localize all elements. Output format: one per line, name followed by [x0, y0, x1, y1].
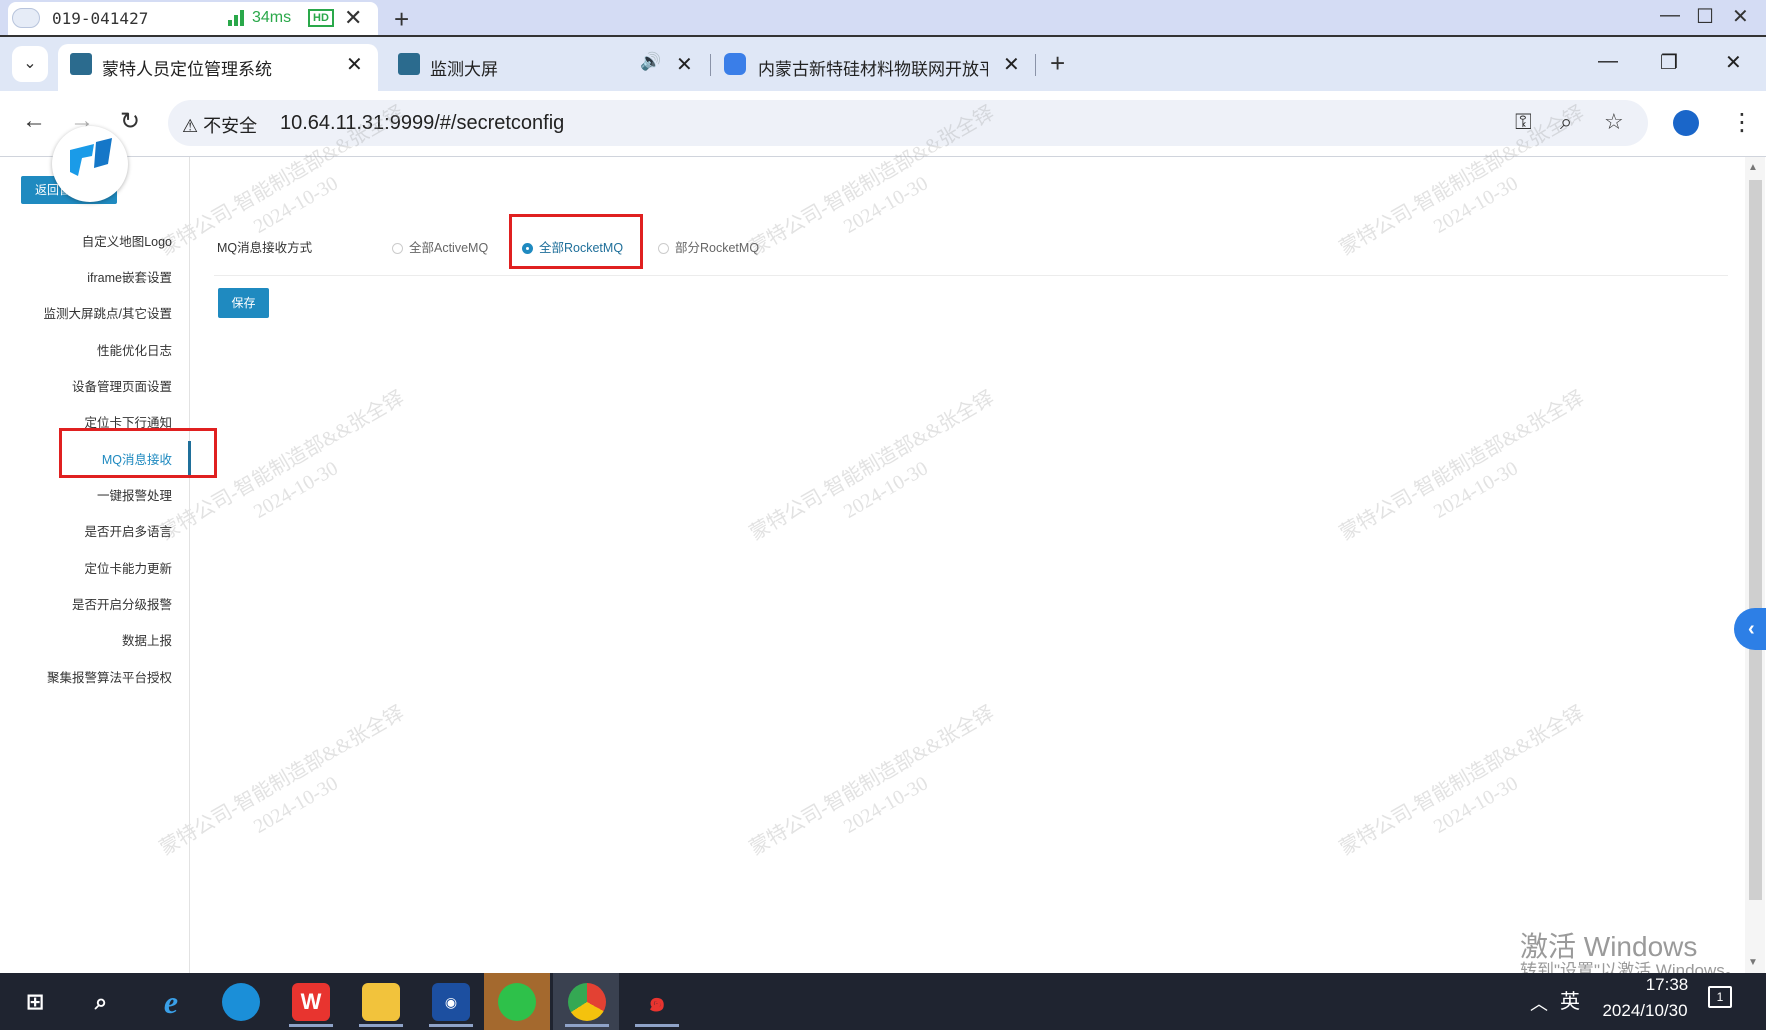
- tray-chevron-up-icon[interactable]: ︿: [1530, 990, 1548, 1016]
- new-tab-icon[interactable]: +: [1050, 48, 1065, 79]
- rd-close-window-icon[interactable]: ✕: [1732, 4, 1749, 29]
- radio-icon: [392, 243, 403, 254]
- minimize-icon[interactable]: —: [1598, 50, 1618, 73]
- sidebar-item-map-logo[interactable]: 自定义地图Logo: [20, 231, 172, 250]
- chrome-icon[interactable]: [568, 983, 606, 1021]
- security-label: 不安全: [203, 116, 258, 136]
- taskbar-running-indicator: [359, 1024, 403, 1027]
- new-session-icon[interactable]: +: [394, 4, 409, 35]
- url-text[interactable]: 10.64.11.31:9999/#/secretconfig: [280, 112, 564, 135]
- cloud-icon: [12, 8, 40, 28]
- notification-icon[interactable]: 1: [1708, 986, 1732, 1008]
- sidebar-item-performance-log[interactable]: 性能优化日志: [20, 340, 172, 359]
- edge-icon[interactable]: [222, 983, 260, 1021]
- sidebar-divider: [189, 157, 190, 973]
- taskbar-running-indicator: [289, 1024, 333, 1027]
- app-logo: [52, 126, 128, 202]
- wps-icon[interactable]: W: [292, 983, 330, 1021]
- scroll-down-icon[interactable]: ▼: [1748, 957, 1758, 968]
- security-warning[interactable]: ⚠ 不安全: [182, 112, 257, 138]
- sidebar-item-graded-alarm[interactable]: 是否开启分级报警: [20, 594, 172, 613]
- taskbar: [0, 973, 1766, 1030]
- tab-title: 监测大屏: [430, 60, 498, 79]
- page-content: [3, 157, 1746, 973]
- sidebar-item-device-page[interactable]: 设备管理页面设置: [20, 376, 172, 395]
- speaker-icon[interactable]: 🔊: [640, 52, 661, 72]
- search-icon[interactable]: ⌕: [82, 983, 120, 1021]
- radio-icon: [658, 243, 669, 254]
- logo-icon: [70, 138, 112, 176]
- tab-separator: [710, 54, 711, 76]
- sidebar-item-card-update[interactable]: 定位卡能力更新: [20, 558, 172, 577]
- windows-start-icon[interactable]: ⊞: [16, 983, 54, 1021]
- highlight-box-sidebar: [59, 428, 217, 478]
- tab-separator: [1035, 54, 1036, 76]
- save-button[interactable]: 保存: [218, 288, 269, 318]
- bookmark-star-icon[interactable]: ☆: [1604, 109, 1624, 135]
- tab-close-icon[interactable]: ✕: [676, 52, 693, 77]
- sidebar-item-alarm[interactable]: 一键报警处理: [20, 485, 172, 504]
- tab-title: 内蒙古新特硅材料物联网开放平: [758, 60, 988, 79]
- ie-icon[interactable]: e: [152, 983, 190, 1021]
- radio-all-activemq[interactable]: 全部ActiveMQ: [392, 237, 488, 256]
- sidebar-item-language[interactable]: 是否开启多语言: [20, 521, 172, 540]
- scroll-up-icon[interactable]: ▲: [1748, 162, 1758, 173]
- close-icon[interactable]: ✕: [1725, 50, 1742, 75]
- rd-maximize-icon[interactable]: ☐: [1696, 4, 1714, 29]
- taskbar-running-indicator: [635, 1024, 679, 1027]
- sidebar-item-cluster-auth[interactable]: 聚集报警算法平台授权: [20, 667, 172, 686]
- back-arrow-icon[interactable]: ←: [22, 107, 46, 135]
- warning-icon: ⚠: [182, 116, 199, 136]
- rd-minimize-icon[interactable]: —: [1660, 4, 1680, 27]
- signal-icon: [228, 10, 248, 26]
- ime-indicator[interactable]: 英: [1560, 985, 1580, 1014]
- tab-close-icon[interactable]: ✕: [346, 52, 363, 77]
- wechat-icon[interactable]: [498, 983, 536, 1021]
- form-label: MQ消息接收方式: [217, 241, 313, 255]
- scrollbar-thumb[interactable]: [1749, 180, 1762, 900]
- taskbar-running-indicator: [429, 1024, 473, 1027]
- remote-app-icon[interactable]: ◉: [432, 983, 470, 1021]
- app-favicon-icon: [398, 53, 420, 75]
- sidebar-item-iframe[interactable]: iframe嵌套设置: [20, 267, 172, 286]
- clock-date[interactable]: 2024/10/30: [1590, 1001, 1700, 1021]
- highlight-box-radio: [509, 214, 643, 269]
- radio-partial-rocketmq[interactable]: 部分RocketMQ: [658, 237, 759, 256]
- clock-time[interactable]: 17:38: [1612, 975, 1722, 995]
- sidebar-item-data-report[interactable]: 数据上报: [20, 630, 172, 649]
- tab-title: 蒙特人员定位管理系统: [102, 60, 272, 79]
- file-explorer-icon[interactable]: [362, 983, 400, 1021]
- latency-value: 34ms: [252, 9, 292, 26]
- taskbar-running-indicator: [565, 1024, 609, 1027]
- sidebar-item-monitor-settings[interactable]: 监测大屏跳点/其它设置: [20, 303, 172, 322]
- session-close-icon[interactable]: ✕: [344, 5, 362, 31]
- tab-search-chevron-down-icon[interactable]: ⌄: [12, 46, 48, 82]
- tab-close-icon[interactable]: ✕: [1003, 52, 1020, 77]
- profile-avatar-icon[interactable]: [1673, 110, 1699, 136]
- session-id: 019-041427: [52, 9, 149, 28]
- app-favicon-icon: [70, 53, 92, 75]
- menu-dots-icon[interactable]: ⋮: [1730, 108, 1754, 137]
- restore-icon[interactable]: ❐: [1660, 50, 1678, 75]
- form-divider: [214, 275, 1728, 276]
- app-swirl-icon[interactable]: ๑: [638, 983, 676, 1021]
- hd-badge[interactable]: HD: [308, 9, 334, 27]
- shield-favicon-icon: [724, 53, 746, 75]
